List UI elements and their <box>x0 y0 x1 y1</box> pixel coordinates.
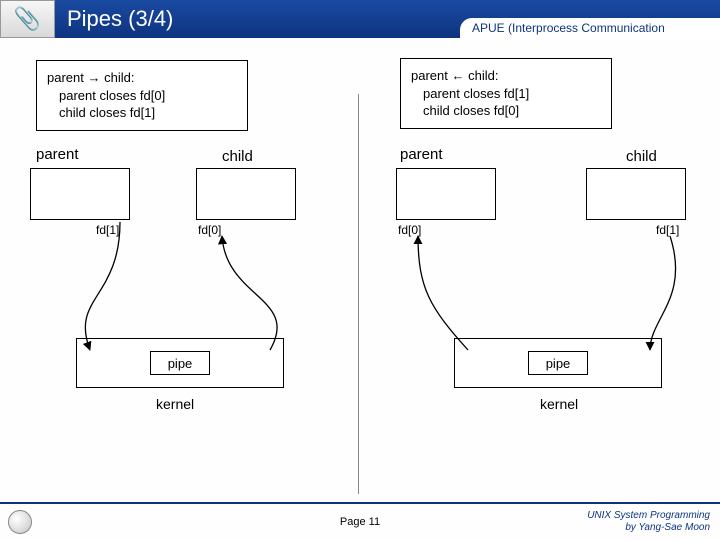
left-child-fd: fd[0] <box>198 223 221 237</box>
subtitle-text: APUE (Interprocess Communication <box>472 21 665 35</box>
left-description-box: parent → child: parent closes fd[0] chil… <box>36 60 248 131</box>
left-parent-box <box>30 168 130 220</box>
title-text: Pipes (3/4) <box>67 6 173 32</box>
left-parent-fd: fd[1] <box>96 223 119 237</box>
left-desc-line2: parent closes fd[0] <box>47 87 237 105</box>
right-parent-label: parent <box>400 146 443 163</box>
credit-line2: by Yang-Sae Moon <box>587 522 710 534</box>
right-description-box: parent ← child: parent closes fd[1] chil… <box>400 58 612 129</box>
page-number: Page 11 <box>340 516 380 528</box>
left-desc-line1: parent → child: <box>47 69 237 87</box>
right-pipe-box: pipe <box>454 338 662 388</box>
left-pipe-inner: pipe <box>150 351 210 375</box>
left-desc-line3: child closes fd[1] <box>47 104 237 122</box>
right-child-box <box>586 168 686 220</box>
left-pipe-box: pipe <box>76 338 284 388</box>
right-desc-line3: child closes fd[0] <box>411 102 601 120</box>
header-logo: 📎 <box>0 0 55 38</box>
right-parent-fd: fd[0] <box>398 223 421 237</box>
left-child-label: child <box>222 148 253 165</box>
right-pipe-inner: pipe <box>528 351 588 375</box>
column-divider <box>358 94 359 494</box>
right-pipe-label: pipe <box>546 356 571 371</box>
right-desc-line1: parent ← child: <box>411 67 601 85</box>
left-kernel-label: kernel <box>156 396 194 412</box>
left-parent-label: parent <box>36 146 79 163</box>
right-child-label: child <box>626 148 657 165</box>
left-child-box <box>196 168 296 220</box>
right-parent-box <box>396 168 496 220</box>
right-child-fd: fd[1] <box>656 223 679 237</box>
footer-logo <box>8 510 32 534</box>
footer-divider <box>0 502 720 504</box>
slide-content: parent → child: parent closes fd[0] chil… <box>0 38 720 498</box>
right-kernel-label: kernel <box>540 396 578 412</box>
credit-line1: UNIX System Programming <box>587 510 710 522</box>
left-pipe-label: pipe <box>168 356 193 371</box>
footer-credit: UNIX System Programming by Yang-Sae Moon <box>587 510 710 534</box>
right-desc-line2: parent closes fd[1] <box>411 85 601 103</box>
slide-header: 📎 Pipes (3/4) APUE (Interprocess Communi… <box>0 0 720 38</box>
slide-subtitle: APUE (Interprocess Communication <box>460 18 720 38</box>
